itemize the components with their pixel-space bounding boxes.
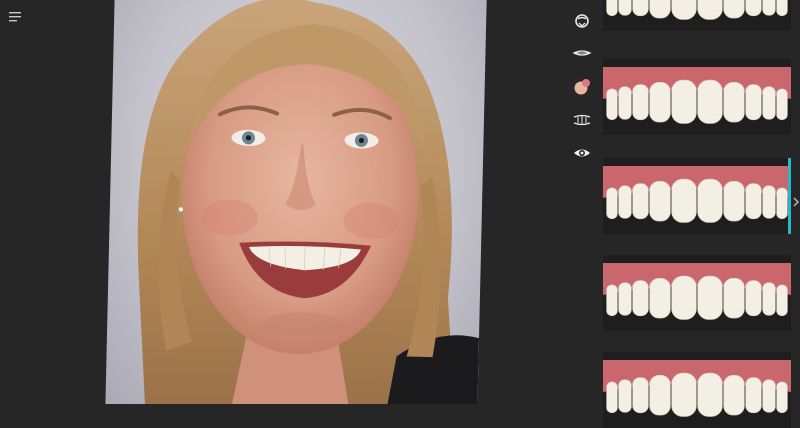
visibility-toggle-button[interactable] [569,140,595,166]
tool-column [567,8,597,173]
eye-visibility-icon [574,149,590,157]
smile-library-list[interactable] [603,0,791,428]
face-rotate-icon [575,14,589,28]
patient-photo[interactable] [105,0,487,404]
smile-template-thumbnail [606,0,788,20]
chevron-right-icon[interactable] [793,197,799,207]
patient-face-illustration [137,0,480,404]
shade-color-button[interactable] [569,74,595,100]
smile-thumbnail[interactable] [603,59,791,135]
face-rotate-button[interactable] [569,8,595,34]
smile-thumbnail[interactable] [603,158,791,234]
menu-button[interactable] [6,8,26,26]
tooth-outline-button[interactable] [569,107,595,133]
smile-thumbnail[interactable] [603,352,791,428]
smile-template-thumbnail [603,263,791,320]
smile-thumbnail[interactable] [603,0,791,31]
smile-thumbnail[interactable] [603,255,791,331]
lip-line-icon [572,50,592,56]
library-scroll-gutter [791,0,800,404]
smile-template-thumbnail [603,360,791,417]
smile-template-thumbnail [603,67,791,124]
patient-photo-viewport[interactable] [104,0,490,404]
hamburger-menu-icon [9,12,21,22]
lip-line-button[interactable] [569,41,595,67]
smile-template-thumbnail [603,166,788,223]
tooth-outline-icon [573,114,591,126]
shade-color-icon [574,79,590,95]
